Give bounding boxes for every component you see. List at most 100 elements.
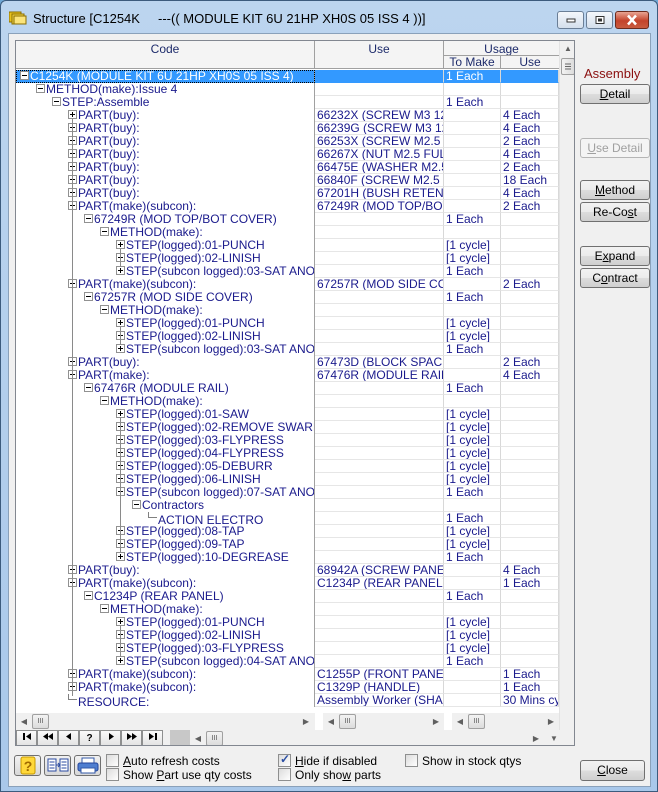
table-row[interactable]: STEP(subcon logged):03-SAT ANOD 1 Each [16, 343, 559, 356]
table-row[interactable]: PART(buy): 66253X (SCREW M2.5 X 1 2 Each [16, 135, 559, 148]
table-row[interactable]: STEP(logged):02-LINISH [1 cycle] [16, 252, 559, 265]
table-row[interactable]: METHOD(make):Issue 4 [16, 83, 559, 96]
collapse-node-icon[interactable] [20, 71, 29, 80]
table-row[interactable]: PART(buy): 67201H (BUSH RETENTI 4 Each [16, 187, 559, 200]
checkbox-box[interactable] [106, 754, 119, 767]
code-cell[interactable]: STEP(logged):01-PUNCH [16, 239, 315, 252]
usage-use-cell[interactable] [501, 434, 559, 447]
code-cell[interactable]: STEP:Assemble [16, 96, 315, 109]
collapse-node-icon[interactable] [84, 214, 93, 223]
to-make-cell[interactable]: [1 cycle] [444, 434, 501, 447]
table-row[interactable]: STEP(logged):01-PUNCH [1 cycle] [16, 239, 559, 252]
main-hscroll[interactable]: ◀ III ▶ ▼ [190, 730, 574, 745]
code-cell[interactable]: STEP(subcon logged):03-SAT ANOD [16, 343, 315, 356]
code-cell[interactable]: METHOD(make): [16, 603, 315, 616]
to-make-cell[interactable] [444, 200, 501, 213]
table-row[interactable]: STEP(logged):02-REMOVE SWARF [1 cycle] [16, 421, 559, 434]
table-row[interactable]: STEP(logged):01-SAW [1 cycle] [16, 408, 559, 421]
header-code[interactable]: Code [16, 41, 315, 69]
use-cell[interactable] [315, 408, 444, 421]
usage-use-cell[interactable] [501, 603, 559, 616]
close-button[interactable]: Close [580, 760, 645, 781]
table-row[interactable]: PART(make)(subcon): 67249R (MOD TOP/BOT C… [16, 200, 559, 213]
to-make-cell[interactable]: 1 Each [444, 486, 501, 499]
use-cell[interactable] [315, 421, 444, 434]
code-cell[interactable]: STEP(logged):02-LINISH [16, 629, 315, 642]
to-make-cell[interactable]: 1 Each [444, 96, 501, 109]
table-row[interactable]: PART(buy): 66239G (SCREW M3 12 C 4 Each [16, 122, 559, 135]
use-cell[interactable]: 67249R (MOD TOP/BOT C [315, 200, 444, 213]
to-make-cell[interactable]: [1 cycle] [444, 252, 501, 265]
header-usage-use[interactable]: Use [501, 55, 559, 69]
usage-use-cell[interactable]: 4 Each [501, 148, 559, 161]
last-record-button[interactable] [142, 730, 163, 745]
collapse-node-icon[interactable] [68, 201, 77, 210]
code-cell[interactable]: STEP(logged):08-TAP [16, 525, 315, 538]
code-cell[interactable]: PART(buy): [16, 135, 315, 148]
usage-use-cell[interactable] [501, 525, 559, 538]
to-make-cell[interactable]: 1 Each [444, 291, 501, 304]
use-cell[interactable]: 66267X (NUT M2.5 FULL [315, 148, 444, 161]
code-cell[interactable]: STEP(logged):06-LINISH [16, 473, 315, 486]
expand-node-icon[interactable] [68, 123, 77, 132]
to-make-cell[interactable]: [1 cycle] [444, 447, 501, 460]
to-make-cell[interactable]: [1 cycle] [444, 642, 501, 655]
code-cell[interactable]: 67257R (MOD SIDE COVER) [16, 291, 315, 304]
header-to-make[interactable]: To Make [444, 55, 501, 69]
use-cell[interactable]: 66253X (SCREW M2.5 X 1 [315, 135, 444, 148]
usage-use-cell[interactable] [501, 330, 559, 343]
collapse-node-icon[interactable] [52, 97, 61, 106]
expand-node-icon[interactable] [68, 565, 77, 574]
usage-use-cell[interactable] [501, 395, 559, 408]
use-cell[interactable]: 68942A (SCREW PANEL I [315, 564, 444, 577]
expand-node-icon[interactable] [116, 448, 125, 457]
use-cell[interactable] [315, 213, 444, 226]
usage-use-cell[interactable] [501, 421, 559, 434]
restore-button[interactable] [586, 11, 613, 29]
recost-button[interactable]: Re-Cost [580, 202, 650, 222]
scroll-down-arrow[interactable]: ▼ [546, 730, 562, 745]
usage-use-cell[interactable] [501, 512, 559, 525]
code-cell[interactable]: STEP(logged):02-LINISH [16, 330, 315, 343]
code-cell[interactable]: STEP(logged):09-TAP [16, 538, 315, 551]
use-cell[interactable] [315, 434, 444, 447]
use-cell[interactable] [315, 96, 444, 109]
use-cell[interactable] [315, 642, 444, 655]
to-make-cell[interactable]: [1 cycle] [444, 616, 501, 629]
expand-node-icon[interactable] [116, 461, 125, 470]
usage-use-cell[interactable]: 4 Each [501, 109, 559, 122]
usage-use-cell[interactable] [501, 538, 559, 551]
use-column-hscroll[interactable]: ◀ III ▶ [323, 713, 444, 730]
table-row[interactable]: 67249R (MOD TOP/BOT COVER) 1 Each [16, 213, 559, 226]
table-row[interactable]: METHOD(make): [16, 304, 559, 317]
to-make-cell[interactable] [444, 278, 501, 291]
to-make-cell[interactable]: [1 cycle] [444, 525, 501, 538]
table-row[interactable]: STEP(subcon logged):04-SAT ANOD 1 Each [16, 655, 559, 668]
usage-use-cell[interactable] [501, 642, 559, 655]
usage-use-cell[interactable] [501, 382, 559, 395]
usage-use-cell[interactable]: 1 Each [501, 681, 559, 694]
code-cell[interactable]: STEP(subcon logged):07-SAT ANOD [16, 486, 315, 499]
expand-node-icon[interactable] [116, 435, 125, 444]
table-row[interactable]: 67257R (MOD SIDE COVER) 1 Each [16, 291, 559, 304]
usage-use-cell[interactable]: 4 Each [501, 187, 559, 200]
table-row[interactable]: RESOURCE: Assembly Worker (SHARA 30 Mins c… [16, 694, 559, 707]
to-make-cell[interactable] [444, 226, 501, 239]
hscroll-thumb[interactable]: III [32, 714, 49, 729]
use-cell[interactable] [315, 382, 444, 395]
code-cell[interactable]: PART(buy): [16, 356, 315, 369]
show-part-use-qty-costs-checkbox[interactable]: Show Part use qty costs [106, 768, 252, 782]
usage-use-cell[interactable] [501, 83, 559, 96]
expand-node-icon[interactable] [68, 149, 77, 158]
usage-use-cell[interactable] [501, 70, 559, 83]
usage-use-cell[interactable]: 30 Mins cyc [501, 694, 559, 707]
scroll-left-arrow[interactable]: ◀ [16, 713, 32, 730]
usage-use-cell[interactable] [501, 265, 559, 278]
to-make-cell[interactable]: 1 Each [444, 265, 501, 278]
to-make-cell[interactable]: [1 cycle] [444, 408, 501, 421]
to-make-cell[interactable] [444, 304, 501, 317]
table-row[interactable]: METHOD(make): [16, 395, 559, 408]
to-make-cell[interactable] [444, 577, 501, 590]
use-cell[interactable] [315, 460, 444, 473]
vertical-scrollbar[interactable]: ▲ ▼ [559, 41, 574, 743]
